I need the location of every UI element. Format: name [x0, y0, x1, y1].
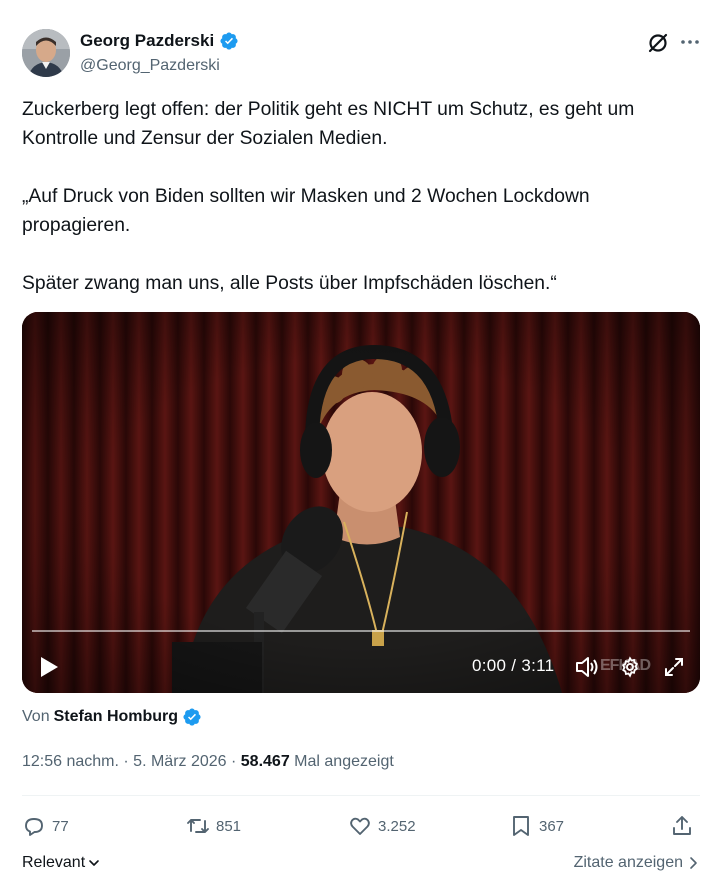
tweet-header: Georg Pazderski @Georg_Pazderski	[0, 0, 721, 90]
share-button[interactable]	[670, 806, 694, 846]
tweet-meta: 12:56 nachm. · 5. März 2026 · 58.467 Mal…	[22, 753, 394, 771]
tweet-time[interactable]: 12:56 nachm.	[22, 753, 119, 770]
tweet-paragraph: Später zwang man uns, alle Posts über Im…	[22, 273, 557, 294]
fullscreen-icon[interactable]	[663, 656, 685, 678]
quotes-label: Zitate anzeigen	[573, 854, 683, 871]
view-quotes-link[interactable]: Zitate anzeigen	[574, 854, 699, 872]
like-button[interactable]: 3.252	[348, 806, 416, 846]
play-icon[interactable]	[38, 655, 60, 679]
reply-button[interactable]: 77	[22, 806, 69, 846]
video-progress-bar[interactable]	[32, 630, 690, 632]
avatar[interactable]	[22, 29, 70, 77]
share-icon	[673, 816, 691, 835]
bookmark-icon	[513, 816, 529, 836]
action-bar: 77 851 3.252 367	[22, 806, 700, 846]
tweet-text: Zuckerberg legt offen: der Politik geht …	[22, 95, 702, 298]
video-frame	[22, 312, 700, 693]
reply-count: 77	[52, 817, 69, 835]
sort-dropdown[interactable]: Relevant	[22, 854, 101, 872]
meta-separator: ·	[118, 753, 134, 770]
divider	[22, 795, 700, 796]
tweet-paragraph: „Auf Druck von Biden sollten wir Masken …	[22, 186, 596, 236]
volume-icon[interactable]	[575, 656, 599, 678]
attribution-author-link[interactable]: Stefan Homburg	[54, 708, 178, 726]
view-count: 58.467	[240, 753, 290, 770]
video-attribution: Von Stefan Homburg	[22, 707, 202, 727]
verified-badge-icon[interactable]	[182, 707, 202, 727]
tweet-date[interactable]: 5. März 2026	[133, 753, 226, 770]
verified-badge-icon[interactable]	[219, 31, 239, 51]
video-player[interactable]: 0:00 / 3:11 EFKAD	[22, 312, 700, 693]
views-label: Mal angezeigt	[294, 753, 394, 770]
bookmark-count: 367	[539, 817, 565, 835]
repost-button[interactable]: 851	[186, 806, 241, 846]
chevron-right-icon	[690, 857, 697, 869]
attribution-prefix: Von	[22, 708, 50, 725]
like-icon	[350, 817, 370, 835]
display-name[interactable]: Georg Pazderski	[80, 31, 214, 51]
handle[interactable]: @Georg_Pazderski	[80, 57, 220, 75]
repost-icon	[187, 819, 209, 833]
more-options-icon[interactable]	[678, 30, 702, 54]
avatar-image	[22, 29, 70, 77]
grok-icon[interactable]	[645, 30, 671, 56]
tweet-paragraph: Zuckerberg legt offen: der Politik geht …	[22, 99, 640, 149]
meta-separator: ·	[226, 753, 241, 770]
name-row: Georg Pazderski	[80, 31, 239, 51]
video-time-readout: 0:00 / 3:11	[472, 656, 555, 675]
bookmark-button[interactable]: 367	[509, 806, 564, 846]
repost-count: 851	[216, 817, 242, 835]
like-count: 3.252	[378, 817, 416, 835]
reply-icon	[25, 818, 43, 836]
settings-gear-icon[interactable]	[619, 656, 641, 678]
sort-label: Relevant	[22, 854, 86, 871]
chevron-down-icon	[89, 860, 99, 866]
